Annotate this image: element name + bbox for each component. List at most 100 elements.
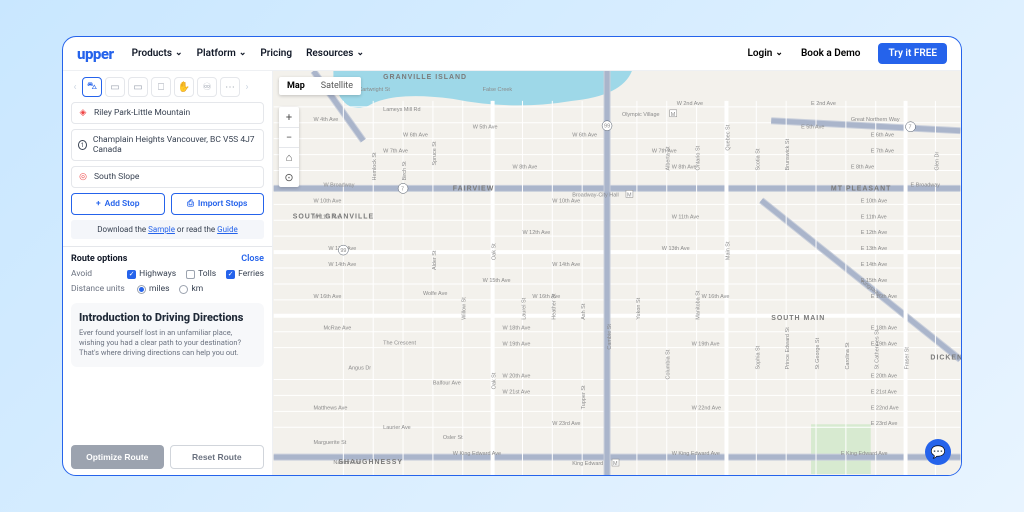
zoom-in-button[interactable]: +: [279, 107, 299, 127]
intro-body: Ever found yourself lost in an unfamilia…: [79, 328, 256, 358]
svg-text:W 15th Ave: W 15th Ave: [483, 278, 511, 284]
nav-pricing[interactable]: Pricing: [260, 48, 292, 59]
map-type-map[interactable]: Map: [279, 77, 313, 95]
vehicle-van-button[interactable]: ▭: [128, 77, 148, 97]
svg-text:DICKENS: DICKENS: [930, 355, 961, 362]
map-canvas[interactable]: Map Satellite + − ⌂ ⊙ 💬 False Creek GRAN…: [273, 71, 961, 475]
chat-fab[interactable]: 💬: [925, 439, 951, 465]
logo[interactable]: upper: [77, 45, 114, 63]
svg-text:W 7th Ave: W 7th Ave: [652, 149, 677, 155]
svg-text:W 13th Ave: W 13th Ave: [662, 246, 690, 252]
waypoint-1-input[interactable]: 1 Champlain Heights Vancouver, BC V5S 4J…: [71, 129, 264, 161]
svg-text:Marguerite St: Marguerite St: [314, 440, 347, 446]
units-km-radio[interactable]: km: [179, 284, 203, 294]
svg-text:FAIRVIEW: FAIRVIEW: [453, 185, 494, 192]
map-type-toggle: Map Satellite: [279, 77, 361, 95]
nav-resources[interactable]: Resources: [306, 48, 364, 59]
svg-text:Laurel St: Laurel St: [521, 297, 527, 319]
svg-text:Cartwright St: Cartwright St: [358, 87, 390, 93]
svg-text:W King Edward Ave: W King Edward Ave: [672, 451, 720, 457]
nav-platform[interactable]: Platform: [197, 48, 247, 59]
svg-text:Lameys Mill Rd: Lameys Mill Rd: [383, 107, 420, 113]
vehicle-scroll-right[interactable]: ›: [243, 82, 251, 93]
waypoint-number-icon: 1: [78, 140, 87, 150]
optimize-route-button[interactable]: Optimize Route: [71, 445, 164, 469]
svg-text:E 7th Ave: E 7th Ave: [871, 149, 894, 155]
book-demo-link[interactable]: Book a Demo: [801, 48, 861, 59]
zoom-locate-button[interactable]: ⊙: [279, 167, 299, 187]
app-window: upper Products Platform Pricing Resource…: [62, 36, 962, 476]
svg-text:Wolfe Ave: Wolfe Ave: [423, 291, 447, 297]
zoom-home-button[interactable]: ⌂: [279, 147, 299, 167]
svg-text:W 4th Ave: W 4th Ave: [314, 117, 339, 123]
svg-text:7: 7: [401, 186, 404, 192]
svg-text:Birch St: Birch St: [402, 161, 408, 181]
zoom-out-button[interactable]: −: [279, 127, 299, 147]
svg-text:Tupper St: Tupper St: [581, 385, 587, 409]
vehicle-bike-button[interactable]: ♾: [197, 77, 217, 97]
units-row: Distance units miles km: [71, 284, 264, 294]
route-options-title: Route options: [71, 254, 127, 264]
svg-text:Heather St: Heather St: [551, 293, 557, 320]
nav-links: Products Platform Pricing Resources: [132, 48, 364, 59]
svg-text:Oak St: Oak St: [492, 243, 498, 260]
vehicle-walk-button[interactable]: ✋: [174, 77, 194, 97]
sample-link[interactable]: Sample: [148, 225, 175, 234]
svg-text:Brunswick St: Brunswick St: [785, 138, 791, 170]
svg-text:W 21st Ave: W 21st Ave: [503, 389, 531, 395]
svg-text:W 12th Ave: W 12th Ave: [522, 230, 550, 236]
svg-text:Olympic Village: Olympic Village: [622, 112, 660, 118]
avoid-tolls-checkbox[interactable]: Tolls: [186, 269, 216, 279]
svg-text:M: M: [627, 192, 632, 198]
svg-text:Scotia St: Scotia St: [755, 148, 761, 170]
svg-text:Prince Edward St: Prince Edward St: [785, 327, 791, 370]
svg-text:Hemlock St: Hemlock St: [372, 152, 378, 180]
units-miles-radio[interactable]: miles: [137, 284, 169, 294]
reset-route-button[interactable]: Reset Route: [170, 445, 265, 469]
svg-text:E 8th Ave: E 8th Ave: [851, 165, 874, 171]
login-dropdown[interactable]: Login: [747, 48, 782, 59]
avoid-ferries-checkbox[interactable]: Ferries: [226, 269, 264, 279]
vehicle-other-button[interactable]: ⋯: [220, 77, 240, 97]
route-options-close[interactable]: Close: [241, 254, 264, 264]
svg-text:E 11th Ave: E 11th Ave: [861, 214, 887, 220]
svg-text:W 19th Ave: W 19th Ave: [503, 342, 531, 348]
svg-text:St George St: St George St: [815, 337, 821, 369]
start-stop-text: Riley Park-Little Mountain: [94, 108, 190, 118]
plus-icon: +: [96, 199, 101, 209]
avoid-highways-checkbox[interactable]: Highways: [127, 269, 176, 279]
nav-products[interactable]: Products: [132, 48, 183, 59]
add-stop-button[interactable]: + Add Stop: [71, 193, 165, 215]
vehicle-scroll-left[interactable]: ‹: [71, 82, 79, 93]
svg-text:W 23rd Ave: W 23rd Ave: [552, 421, 580, 427]
start-stop-input[interactable]: ◈ Riley Park-Little Mountain: [71, 102, 264, 124]
svg-text:W King Edward Ave: W King Edward Ave: [453, 451, 501, 457]
svg-text:W 10th Ave: W 10th Ave: [314, 198, 342, 204]
svg-text:E 20th Ave: E 20th Ave: [871, 373, 897, 379]
svg-text:W 16th Ave: W 16th Ave: [702, 294, 730, 300]
svg-text:E 12th Ave: E 12th Ave: [861, 230, 887, 236]
vehicle-car-button[interactable]: ⛍: [82, 77, 102, 97]
svg-text:Manitoba St: Manitoba St: [696, 290, 702, 320]
sidebar: ‹ ⛍ ▭ ▭ ⎕ ✋ ♾ ⋯ › ◈ Riley Park-Little Mo…: [63, 71, 273, 475]
svg-text:Alberta St: Alberta St: [666, 146, 672, 170]
map-type-satellite[interactable]: Satellite: [313, 77, 361, 95]
svg-text:W 10th Ave: W 10th Ave: [552, 198, 580, 204]
svg-text:Cambie St: Cambie St: [607, 324, 613, 350]
svg-text:Angus Dr: Angus Dr: [348, 366, 371, 372]
end-stop-text: South Slope: [94, 172, 139, 182]
svg-text:E 2nd Ave: E 2nd Ave: [811, 101, 836, 107]
svg-text:Main St: Main St: [725, 241, 731, 260]
import-stops-button[interactable]: ⎙ Import Stops: [171, 193, 265, 215]
end-stop-input[interactable]: ◎ South Slope: [71, 166, 264, 188]
svg-text:W 8th Ave: W 8th Ave: [513, 165, 538, 171]
svg-text:E Broadway: E Broadway: [911, 182, 941, 188]
vehicle-suv-button[interactable]: ▭: [105, 77, 125, 97]
try-free-button[interactable]: Try it FREE: [878, 43, 947, 64]
guide-link[interactable]: Guide: [217, 225, 238, 234]
svg-text:E 22nd Ave: E 22nd Ave: [871, 405, 899, 411]
chat-icon: 💬: [931, 445, 946, 459]
svg-text:W 19th Ave: W 19th Ave: [692, 342, 720, 348]
vehicle-truck-button[interactable]: ⎕: [151, 77, 171, 97]
suv-icon: ▭: [110, 82, 119, 93]
